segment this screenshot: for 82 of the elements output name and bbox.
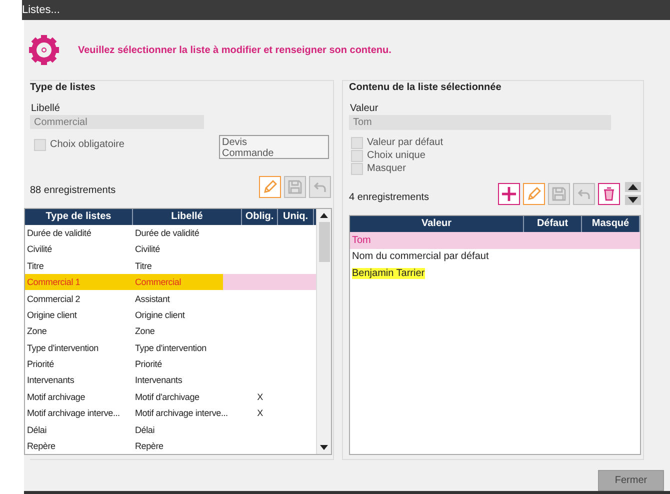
- add-button[interactable]: [498, 182, 520, 205]
- table-cell: X: [257, 392, 263, 402]
- table-cell-text: Origine client: [134, 310, 186, 320]
- group-title: Contenu de la liste sélectionnée: [349, 81, 502, 96]
- window-title: Listes...: [22, 4, 60, 16]
- table-cell: X: [257, 408, 263, 418]
- table-row[interactable]: Civilité Civilité: [25, 241, 316, 258]
- table-row[interactable]: Intervenants Intervenants: [25, 372, 316, 389]
- table-cell-text: Durée de validité: [26, 228, 92, 238]
- table-row[interactable]: Titre Titre: [25, 258, 316, 274]
- column-header[interactable]: Libellé: [133, 208, 242, 225]
- scrollbar[interactable]: [316, 208, 331, 454]
- table-cell-text: Intervenants: [134, 375, 184, 386]
- table-cell-text: Titre: [26, 260, 45, 271]
- table-cell-text: Durée de validité: [134, 228, 200, 238]
- column-header[interactable]: Oblig.: [242, 208, 278, 225]
- table-cell-text: Zone: [26, 326, 48, 336]
- edit-button[interactable]: [523, 182, 545, 205]
- edit-button[interactable]: [259, 176, 281, 198]
- pencil-icon: [526, 186, 542, 202]
- table-cell-text: Motif archivage interve...: [134, 408, 229, 418]
- field-label: Valeur: [349, 103, 380, 116]
- table-row[interactable]: Commercial 2 Assistant: [25, 290, 316, 307]
- table-row[interactable]: Type d'intervention Type d'intervention: [25, 340, 316, 356]
- move-up-button[interactable]: [625, 182, 641, 192]
- checkbox[interactable]: Choix obligatoire: [34, 138, 124, 152]
- table-cell: Nom du commercial par défaut: [352, 251, 489, 262]
- table-row[interactable]: Nom du commercial par défaut: [350, 248, 640, 266]
- table-cell-text: Civilité: [26, 244, 53, 254]
- field-label: Libellé: [30, 103, 61, 116]
- table-row[interactable]: Priorité Priorité: [25, 356, 316, 372]
- table-cell: Tom: [352, 234, 371, 246]
- scroll-down-icon[interactable]: [320, 445, 328, 450]
- table-cell-text: Civilité: [134, 244, 161, 254]
- plus-icon: [501, 186, 517, 202]
- table-cell-text: Intervenants: [26, 375, 76, 386]
- move-down-button[interactable]: [625, 195, 641, 206]
- table-cell-text: Commercial 2: [26, 294, 82, 304]
- table-cell-text: Commercial 1: [26, 277, 82, 288]
- table-row[interactable]: Benjamin Tarrier: [350, 265, 640, 282]
- group-title: Type de listes: [30, 81, 96, 96]
- table-cell-text: Origine client: [26, 310, 78, 320]
- table-cell-text: Priorité: [134, 359, 163, 370]
- table-row[interactable]: Durée de validité Durée de validité: [25, 224, 316, 242]
- column-header[interactable]: Type de listes: [25, 208, 133, 225]
- delete-button[interactable]: [598, 182, 620, 205]
- table-cell-text: Titre: [134, 260, 153, 271]
- table-cell-text: Délai: [26, 424, 48, 435]
- table-row[interactable]: Repère Repère: [25, 438, 316, 454]
- trash-icon: [601, 186, 617, 202]
- checkbox[interactable]: Choix unique: [351, 149, 641, 162]
- column-header[interactable]: Uniq.: [278, 208, 314, 225]
- table-cell-text: Priorité: [26, 359, 55, 370]
- listbox-item[interactable]: Commande: [222, 148, 326, 160]
- record-count: 4 enregistrements: [349, 191, 430, 206]
- table-cell: Benjamin Tarrier: [352, 268, 425, 279]
- record-count: 88 enregistrements: [30, 184, 116, 198]
- table-cell-text: Repère: [26, 441, 56, 452]
- scroll-up-icon[interactable]: [320, 212, 328, 218]
- checkbox[interactable]: Valeur par défaut: [351, 136, 641, 150]
- table-row[interactable]: Motif archivage interve... Motif archivage interve... X: [25, 405, 316, 422]
- checkbox[interactable]: Masquer: [351, 162, 641, 176]
- gear-icon: [28, 34, 60, 66]
- table-cell-text: Repère: [134, 441, 164, 452]
- instruction-message: Veuillez sélectionner la liste à modifier et renseigner son contenu.: [78, 44, 392, 56]
- listbox-item[interactable]: Devis: [222, 137, 326, 148]
- table-cell-text: Commercial: [134, 277, 182, 288]
- table-row[interactable]: Zone Zone: [25, 323, 316, 340]
- scroll-thumb[interactable]: [318, 222, 330, 262]
- table-cell-text: Assistant: [134, 294, 171, 304]
- table-cell-text: Zone: [134, 326, 156, 336]
- table-cell-text: Délai: [134, 424, 156, 435]
- table-cell-text: Type d'intervention: [134, 342, 208, 353]
- table-cell-text: Type d'intervention: [26, 342, 100, 353]
- table-cell-text: Motif d'archivage: [134, 392, 200, 402]
- pencil-icon: [262, 178, 278, 195]
- table-row[interactable]: Motif archivage Motif d'archivage X: [25, 388, 316, 406]
- table-cell-text: Motif archivage: [26, 392, 86, 402]
- table-row[interactable]: Délai Délai: [25, 421, 316, 438]
- table-row[interactable]: Origine client Origine client: [25, 306, 316, 324]
- document-listbox[interactable]: Devis Commande: [219, 135, 329, 160]
- table-cell-text: Motif archivage interve...: [26, 408, 121, 418]
